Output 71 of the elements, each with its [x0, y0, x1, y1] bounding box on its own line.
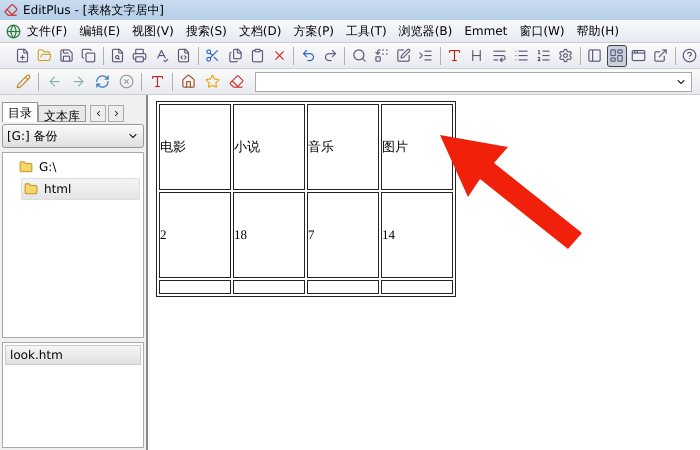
folder-tree-item[interactable]: html [21, 178, 140, 200]
menu-item[interactable]: 文档(D) [232, 22, 288, 40]
folder-icon [36, 48, 52, 63]
refresh-icon [94, 74, 110, 89]
scissors-icon [205, 48, 220, 63]
menu-item[interactable]: 工具(T) [340, 22, 393, 40]
menu-item[interactable]: 帮助(H) [570, 22, 625, 40]
wrap-icon [492, 48, 507, 63]
clipboard-icon [250, 48, 265, 63]
table-cell: 电影 [159, 104, 231, 190]
window-title: EditPlus - [表格文字居中] [23, 2, 164, 18]
table-cell [307, 280, 379, 294]
menu-item[interactable]: 浏览器(B) [392, 22, 458, 40]
browser-icon [631, 48, 646, 63]
sidebar-tab[interactable]: 文本库 [38, 105, 86, 122]
table-cell: 14 [381, 192, 453, 278]
folder-tree-item[interactable]: G:\ [16, 156, 140, 178]
table-cell: 小说 [233, 104, 305, 190]
code-file-icon [176, 48, 192, 63]
forward-arrow-icon [70, 74, 86, 89]
toolbar-button[interactable] [606, 44, 627, 66]
menu-item[interactable]: 方案(P) [287, 22, 340, 40]
indent-icon [418, 48, 434, 63]
redo-icon [322, 48, 338, 63]
copy-icon [228, 48, 242, 63]
star-icon [204, 74, 220, 89]
table-cell: 18 [233, 192, 305, 278]
file-list-item[interactable]: look.htm [5, 345, 141, 365]
undo-icon [300, 48, 316, 63]
panel-icon [587, 48, 602, 63]
menu-item[interactable]: 文件(F) [21, 22, 74, 40]
table-cell: 2 [159, 192, 231, 278]
table-cell [381, 280, 453, 294]
help-icon [682, 48, 698, 63]
menu-item[interactable]: 窗口(W) [513, 22, 571, 40]
table-cell [233, 280, 305, 294]
print-preview-icon [110, 48, 125, 63]
list-icon [514, 48, 529, 63]
stop-icon [118, 74, 134, 89]
edit-icon [396, 48, 412, 63]
window-icon [653, 48, 668, 63]
globe-icon[interactable] [6, 24, 21, 38]
font-icon [447, 48, 462, 63]
app-logo-icon [4, 3, 18, 17]
settings-icon [558, 48, 573, 63]
table-cell [159, 280, 231, 294]
table-cell: 图片 [381, 104, 453, 190]
sidebar-tab[interactable]: 目录 [2, 102, 38, 122]
spellcheck-icon [154, 48, 170, 63]
new-file-icon [14, 48, 30, 63]
font-icon [150, 74, 164, 89]
url-field[interactable] [255, 72, 692, 92]
table-cell: 音乐 [307, 104, 379, 190]
menu-item[interactable]: 搜索(S) [180, 22, 233, 40]
search-icon [352, 48, 367, 63]
folder-icon [24, 182, 38, 196]
numbered-list-icon [536, 48, 551, 63]
save-all-icon [80, 48, 96, 63]
save-icon [58, 48, 74, 63]
menu-item[interactable]: 视图(V) [126, 22, 180, 40]
menu-item[interactable]: 编辑(E) [73, 22, 126, 40]
home-icon [180, 74, 196, 89]
folder-icon [19, 160, 33, 174]
drive-dropdown[interactable]: [G:] 备份 [2, 124, 144, 148]
pencil-icon [16, 74, 30, 89]
eraser-icon [228, 74, 244, 89]
print-icon [132, 48, 148, 63]
layout-icon [609, 48, 624, 63]
replace-icon [374, 48, 390, 63]
menu-item[interactable]: Emmet [458, 24, 514, 38]
table-cell: 7 [307, 192, 379, 278]
